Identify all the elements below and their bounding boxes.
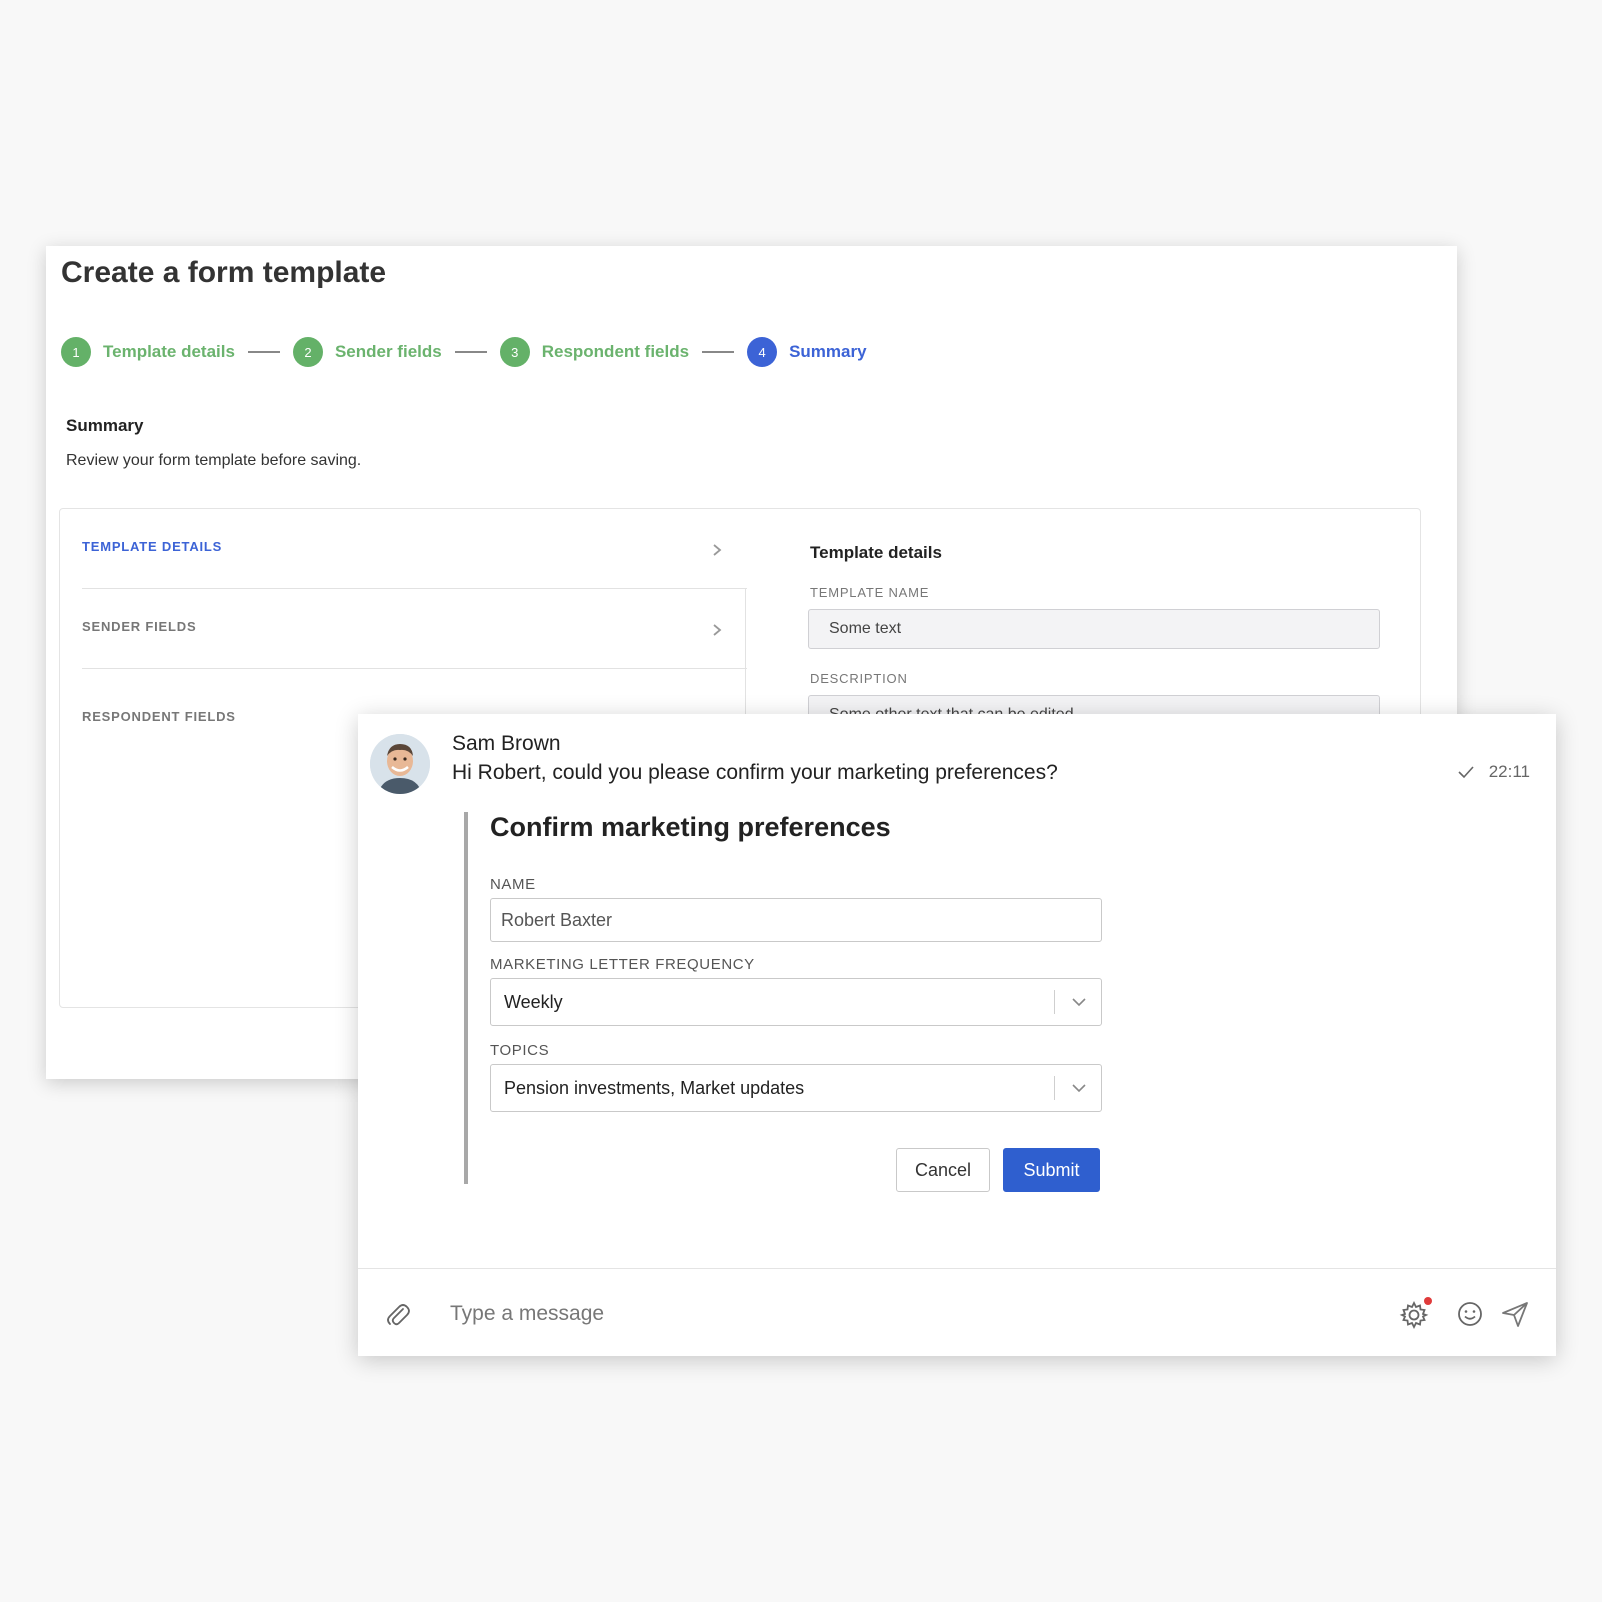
step-number: 4 <box>747 337 778 367</box>
step-separator <box>247 351 280 353</box>
step-template-details[interactable]: 1 Template details <box>61 337 235 367</box>
name-field[interactable]: Robert Baxter <box>490 898 1102 942</box>
topics-label: TOPICS <box>490 1042 550 1059</box>
step-number: 2 <box>292 337 323 367</box>
topics-select[interactable]: Pension investments, Market updates <box>490 1064 1102 1112</box>
settings-button[interactable] <box>1398 1297 1432 1331</box>
section-subtitle: Review your form template before saving. <box>66 452 362 469</box>
stepper: 1 Template details 2 Sender fields 3 Res… <box>61 336 867 368</box>
page-title: Create a form template <box>61 256 387 289</box>
notification-dot <box>1424 1297 1432 1305</box>
step-number: 1 <box>61 337 91 367</box>
message-time: 22:11 <box>1488 762 1530 781</box>
message-input[interactable] <box>450 1293 1250 1335</box>
frequency-label: MARKETING LETTER FREQUENCY <box>490 956 755 973</box>
cancel-button[interactable]: Cancel <box>896 1148 990 1192</box>
chevron-down-icon <box>1072 1084 1086 1093</box>
nav-item-label: SENDER FIELDS <box>82 619 197 634</box>
avatar <box>370 734 430 794</box>
emoji-icon[interactable] <box>1456 1300 1484 1328</box>
chevron-right-icon <box>713 544 722 556</box>
message-composer <box>358 1268 1556 1356</box>
step-separator <box>702 351 735 353</box>
select-separator <box>1054 990 1055 1014</box>
nav-item-label: RESPONDENT FIELDS <box>82 709 236 724</box>
step-summary[interactable]: 4 Summary <box>747 337 867 367</box>
paperclip-icon[interactable] <box>384 1301 412 1329</box>
step-respondent-fields[interactable]: 3 Respondent fields <box>499 337 690 367</box>
message-status: 22:11 <box>1457 762 1530 782</box>
send-icon[interactable] <box>1500 1299 1530 1329</box>
template-name-label: TEMPLATE NAME <box>810 585 930 600</box>
step-sender-fields[interactable]: 2 Sender fields <box>292 337 442 367</box>
chevron-right-icon <box>713 624 722 636</box>
nav-item-label: TEMPLATE DETAILS <box>82 539 223 554</box>
frequency-select[interactable]: Weekly <box>490 978 1102 1026</box>
step-separator <box>454 351 487 353</box>
section-title: Summary <box>66 416 144 435</box>
message-text: Hi Robert, could you please confirm your… <box>452 761 1058 784</box>
description-label: DESCRIPTION <box>810 671 908 686</box>
details-title: Template details <box>810 543 942 562</box>
sender-name: Sam Brown <box>452 732 561 755</box>
frequency-value: Weekly <box>504 992 563 1012</box>
step-number: 3 <box>499 337 530 367</box>
step-label: Summary <box>789 342 867 361</box>
form-title: Confirm marketing preferences <box>490 812 891 842</box>
person-icon <box>370 734 430 794</box>
submit-button[interactable]: Submit <box>1003 1148 1100 1192</box>
template-name-field[interactable]: Some text <box>808 609 1380 649</box>
embedded-form: Confirm marketing preferences NAME Rober… <box>464 812 1104 1184</box>
select-separator <box>1054 1076 1055 1100</box>
chat-window: Sam Brown Hi Robert, could you please co… <box>358 714 1556 1356</box>
step-label: Respondent fields <box>541 342 690 361</box>
nav-item-template-details[interactable]: TEMPLATE DETAILS <box>82 509 747 589</box>
chevron-down-icon <box>1072 998 1086 1007</box>
name-label: NAME <box>490 876 536 893</box>
nav-item-sender-fields[interactable]: SENDER FIELDS <box>82 589 747 669</box>
step-label: Template details <box>103 342 235 361</box>
check-icon <box>1458 766 1474 779</box>
topics-value: Pension investments, Market updates <box>504 1078 805 1098</box>
step-label: Sender fields <box>334 342 442 361</box>
